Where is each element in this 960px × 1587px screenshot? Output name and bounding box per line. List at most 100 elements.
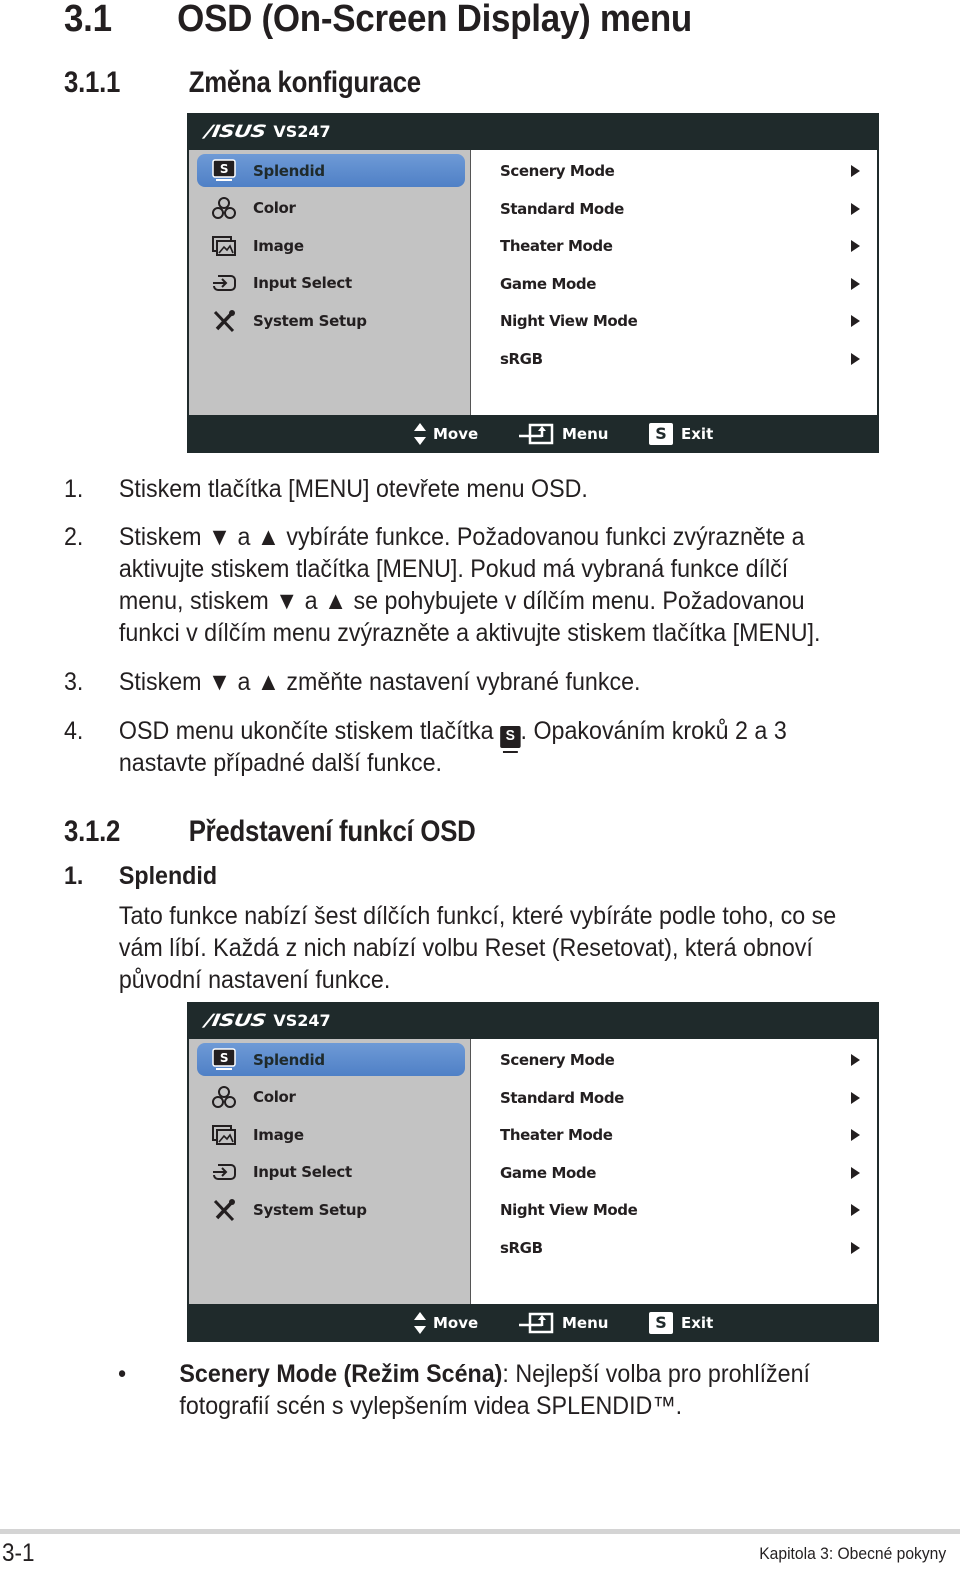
submenu-item-label: Standard Mode bbox=[500, 1088, 624, 1107]
menu-item-color[interactable]: Color bbox=[197, 192, 465, 225]
up-down-arrows-icon bbox=[413, 1311, 427, 1335]
section-heading-2: 3.1.2 Představení funkcí OSD bbox=[64, 815, 476, 849]
chevron-right-icon bbox=[851, 1091, 860, 1104]
asus-logo: /ISUS bbox=[203, 121, 268, 142]
step-text: funkci v dílčím menu zvýrazněte a aktivu… bbox=[118, 619, 821, 647]
chevron-right-icon bbox=[851, 1204, 860, 1216]
menu-enter-icon bbox=[518, 1311, 556, 1335]
submenu-item-game-mode[interactable]: Game Mode bbox=[500, 269, 860, 299]
chevron-right-icon bbox=[851, 165, 860, 177]
section-number: 3.1.2 bbox=[64, 815, 121, 848]
submenu-item-label: Night View Mode bbox=[500, 1201, 638, 1219]
menu-item-image[interactable]: Image bbox=[197, 229, 465, 262]
image-icon bbox=[211, 1123, 237, 1147]
footer-divider bbox=[0, 1529, 960, 1534]
menu-item-system-setup[interactable]: System Setup bbox=[197, 304, 465, 337]
chevron-right-icon bbox=[851, 202, 860, 215]
submenu-item-label: Standard Mode bbox=[500, 199, 624, 218]
asus-logo: /ISUS bbox=[203, 1010, 268, 1031]
submenu-item-theater-mode[interactable]: Theater Mode bbox=[500, 1120, 860, 1150]
page-number: 3-1 bbox=[2, 1539, 35, 1567]
move-hint: Move bbox=[413, 415, 478, 453]
submenu-item-night-view-mode[interactable]: Night View Mode bbox=[500, 306, 860, 336]
step-text: OSD menu ukončíte stiskem tlačítka S. Op… bbox=[119, 715, 787, 753]
chevron-right-icon bbox=[851, 352, 860, 365]
osd-footer: Move Menu S Exit bbox=[187, 415, 879, 453]
color-rgb-icon bbox=[211, 1085, 237, 1109]
submenu-item-srgb[interactable]: sRGB bbox=[500, 1233, 860, 1263]
submenu-item-game-mode[interactable]: Game Mode bbox=[500, 1158, 860, 1188]
menu-hint: Menu bbox=[518, 1304, 608, 1342]
move-hint: Move bbox=[413, 1304, 478, 1342]
exit-label: Exit bbox=[681, 425, 714, 443]
system-setup-icon bbox=[211, 1198, 237, 1222]
submenu-item-standard-mode[interactable]: Standard Mode bbox=[500, 1083, 860, 1113]
menu-item-label: Image bbox=[253, 1125, 304, 1144]
submenu-item-label: Game Mode bbox=[500, 274, 597, 293]
step-text: Stiskem ▼ a ▲ změňte nastavení vybrané f… bbox=[118, 668, 641, 696]
step-number: 2. bbox=[64, 523, 84, 551]
menu-item-image[interactable]: Image bbox=[197, 1118, 465, 1151]
menu-item-label: Splendid bbox=[253, 1050, 325, 1069]
menu-item-label: Input Select bbox=[253, 1163, 352, 1181]
chevron-right-icon bbox=[851, 240, 860, 252]
s-key-icon: S bbox=[649, 1312, 673, 1334]
submenu-item-scenery-mode[interactable]: Scenery Mode bbox=[500, 156, 860, 186]
model-name: VS247 bbox=[273, 1011, 331, 1030]
osd-submenu: Scenery Mode Standard Mode Theater Mode Gam… bbox=[470, 1039, 879, 1304]
step-number: 3. bbox=[64, 668, 84, 696]
menu-enter-icon bbox=[518, 422, 556, 446]
menu-item-input-select[interactable]: Input Select bbox=[197, 267, 465, 300]
system-setup-icon bbox=[211, 309, 237, 333]
menu-hint: Menu bbox=[518, 415, 608, 453]
description-line: původní nastavení funkce. bbox=[118, 966, 391, 994]
menu-item-label: Color bbox=[253, 199, 296, 217]
menu-item-label: Input Select bbox=[253, 274, 352, 292]
item-title: Splendid bbox=[118, 862, 218, 890]
submenu-item-label: sRGB bbox=[500, 1238, 543, 1257]
step-text: Stiskem tlačítka [MENU] otevřete menu OS… bbox=[118, 475, 588, 503]
menu-item-splendid[interactable]: S Splendid bbox=[197, 154, 465, 187]
item-number: 1. bbox=[64, 862, 84, 890]
chevron-right-icon bbox=[851, 1054, 860, 1066]
menu-item-label: System Setup bbox=[253, 311, 367, 330]
submenu-item-label: Theater Mode bbox=[500, 1126, 613, 1144]
chevron-right-icon bbox=[851, 1166, 860, 1179]
splendid-icon: S bbox=[211, 158, 237, 183]
model-name: VS247 bbox=[273, 122, 331, 141]
svg-text:S: S bbox=[220, 162, 228, 176]
section-heading-1: 3.1.1 Změna konfigurace bbox=[64, 66, 421, 100]
osd-menu-panel-2: /ISUS VS247 S Splendid Color Image Input Sel… bbox=[187, 1002, 879, 1342]
step-text: nastavte případné další funkce. bbox=[118, 749, 443, 777]
osd-main-menu: S Splendid Color Image Input Select System Se… bbox=[187, 1039, 470, 1304]
splendid-icon: S bbox=[211, 1047, 237, 1072]
submenu-item-scenery-mode[interactable]: Scenery Mode bbox=[500, 1045, 860, 1075]
menu-item-label: Splendid bbox=[253, 161, 325, 180]
submenu-item-label: Night View Mode bbox=[500, 312, 638, 330]
menu-item-label: System Setup bbox=[253, 1200, 367, 1219]
description-line: vám líbí. Každá z nich nabízí volbu Rese… bbox=[118, 934, 813, 962]
menu-item-system-setup[interactable]: System Setup bbox=[197, 1193, 465, 1226]
chevron-right-icon bbox=[851, 1129, 860, 1141]
s-key-icon: S bbox=[500, 726, 521, 753]
submenu-item-night-view-mode[interactable]: Night View Mode bbox=[500, 1195, 860, 1225]
menu-item-splendid[interactable]: S Splendid bbox=[197, 1043, 465, 1076]
menu-item-input-select[interactable]: Input Select bbox=[197, 1156, 465, 1189]
exit-hint: S Exit bbox=[649, 1304, 713, 1342]
submenu-item-srgb[interactable]: sRGB bbox=[500, 344, 860, 374]
bullet-text: Scenery Mode (Režim Scéna): Nejlepší vol… bbox=[179, 1360, 811, 1388]
osd-submenu: Scenery Mode Standard Mode Theater Mode Gam… bbox=[470, 150, 879, 415]
page-heading: 3.1 OSD (On-Screen Display) menu bbox=[64, 0, 692, 41]
submenu-item-theater-mode[interactable]: Theater Mode bbox=[500, 231, 860, 261]
chevron-right-icon bbox=[851, 315, 860, 327]
description-line: Tato funkce nabízí šest dílčích funkcí, … bbox=[118, 902, 837, 930]
osd-header: /ISUS VS247 bbox=[187, 113, 879, 150]
menu-item-color[interactable]: Color bbox=[197, 1081, 465, 1114]
osd-header: /ISUS VS247 bbox=[187, 1002, 879, 1039]
submenu-item-standard-mode[interactable]: Standard Mode bbox=[500, 194, 860, 224]
color-rgb-icon bbox=[211, 196, 237, 220]
step-number: 4. bbox=[64, 717, 84, 745]
section-title: Představení funkcí OSD bbox=[188, 815, 476, 848]
exit-hint: S Exit bbox=[649, 415, 713, 453]
step-text: aktivujte stiskem tlačítka [MENU]. Pokud… bbox=[118, 555, 789, 583]
